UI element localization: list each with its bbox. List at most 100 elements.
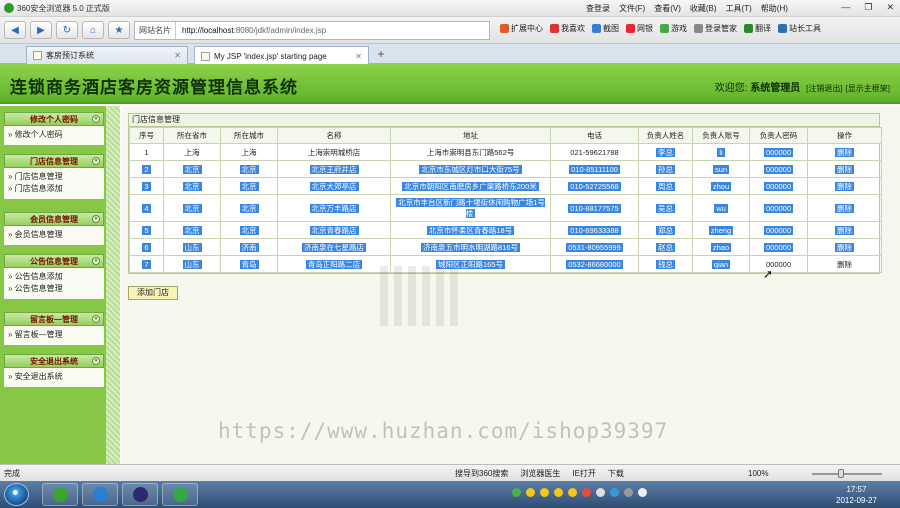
sidebar-item-change-password[interactable]: 修改个人密码 bbox=[8, 129, 104, 141]
like-button[interactable]: 我喜欢 bbox=[550, 23, 585, 34]
zoom-slider[interactable] bbox=[812, 473, 882, 475]
taskbar-eclipse[interactable] bbox=[122, 483, 158, 506]
taskbar-ie[interactable] bbox=[82, 483, 118, 506]
cell-text: 郑总 bbox=[656, 225, 675, 235]
sidebar-group-messages: 留言板—管理« 留言板—管理 bbox=[4, 312, 104, 345]
minimize-icon[interactable]: — bbox=[841, 2, 850, 13]
collapse-icon[interactable]: « bbox=[92, 257, 100, 265]
delete-link[interactable]: 删除 bbox=[837, 260, 852, 269]
address-bar[interactable]: 网站名片 http://localhost:8080/jdkf/admin/in… bbox=[134, 21, 490, 40]
home-button[interactable]: ⌂ bbox=[82, 21, 104, 39]
new-tab-button[interactable]: + bbox=[372, 47, 390, 62]
sidebar-item-member-manage[interactable]: 会员信息管理 bbox=[8, 229, 104, 241]
collapse-icon[interactable]: « bbox=[92, 315, 100, 323]
delete-link[interactable]: 删除 bbox=[835, 181, 854, 191]
sidebar-item-message-manage[interactable]: 留言板—管理 bbox=[8, 329, 104, 341]
zoom-slider-knob[interactable] bbox=[838, 469, 844, 478]
tab-index-jsp[interactable]: My JSP 'index.jsp' starting page ✕ bbox=[194, 46, 369, 65]
close-tab-icon[interactable]: ✕ bbox=[174, 51, 181, 60]
menu-login[interactable]: 查登录 bbox=[586, 3, 610, 14]
qq-icon[interactable] bbox=[554, 488, 563, 497]
games-button[interactable]: 游戏 bbox=[660, 23, 687, 34]
browser-logo-icon bbox=[4, 3, 14, 13]
tray-icon[interactable] bbox=[512, 488, 521, 497]
collapse-icon[interactable]: « bbox=[92, 157, 100, 165]
network-icon[interactable] bbox=[624, 488, 633, 497]
close-tab-icon[interactable]: ✕ bbox=[355, 52, 362, 61]
taskbar-browser-360[interactable] bbox=[42, 483, 78, 506]
sidebar-group-header[interactable]: 留言板—管理 « bbox=[4, 312, 104, 326]
cell-text: 000000 bbox=[763, 225, 794, 235]
refresh-button[interactable]: ↻ bbox=[56, 21, 78, 39]
logout-link[interactable]: [注销退出] bbox=[806, 84, 842, 93]
ext-center-button[interactable]: 扩展中心 bbox=[500, 23, 543, 34]
sidebar-item-notice-manage[interactable]: 公告信息管理 bbox=[8, 283, 104, 295]
cell-action[interactable]: 删除 bbox=[807, 238, 882, 256]
collapse-icon[interactable]: « bbox=[92, 215, 100, 223]
screenshot-button[interactable]: 截图 bbox=[592, 23, 619, 34]
cell-action[interactable]: 删除 bbox=[807, 255, 882, 273]
forward-button[interactable]: ▶ bbox=[30, 21, 52, 39]
tab-hotel-booking[interactable]: 客房预订系统 ✕ bbox=[26, 46, 188, 64]
collapse-icon[interactable]: « bbox=[92, 357, 100, 365]
cell-action[interactable]: 删除 bbox=[807, 160, 882, 178]
close-icon[interactable]: ✕ bbox=[886, 2, 894, 13]
qq-icon[interactable] bbox=[540, 488, 549, 497]
cell-action[interactable]: 删除 bbox=[807, 194, 882, 222]
tray-icon[interactable] bbox=[596, 488, 605, 497]
taskbar-360-safe[interactable] bbox=[162, 483, 198, 506]
menu-help[interactable]: 帮助(H) bbox=[761, 3, 788, 14]
download-button[interactable]: 下载 bbox=[608, 468, 624, 479]
webmaster-tools-button[interactable]: 站长工具 bbox=[778, 23, 821, 34]
sidebar-group-header[interactable]: 安全退出系统 « bbox=[4, 354, 104, 368]
cell-action[interactable]: 删除 bbox=[807, 177, 882, 195]
sidebar-group-header[interactable]: 会员信息管理 « bbox=[4, 212, 104, 226]
welcome-area: 欢迎您: 系统管理员 [注销退出] [显示主框架] bbox=[715, 79, 890, 94]
tray-icon[interactable] bbox=[610, 488, 619, 497]
cell-manager-account: wu bbox=[692, 194, 750, 222]
maximize-icon[interactable]: ❐ bbox=[864, 2, 872, 13]
url-text[interactable]: http://localhost:8080/jdkf/admin/index.j… bbox=[176, 26, 326, 35]
sidebar-splitter[interactable] bbox=[106, 106, 120, 464]
delete-link[interactable]: 删除 bbox=[835, 147, 854, 157]
col-header: 所在城市 bbox=[220, 127, 278, 144]
ie-open-button[interactable]: IE打开 bbox=[572, 468, 596, 479]
cell-action[interactable]: 删除 bbox=[807, 143, 882, 161]
bank-button[interactable]: 网银 bbox=[626, 23, 653, 34]
tray-icon[interactable] bbox=[582, 488, 591, 497]
delete-link[interactable]: 删除 bbox=[835, 203, 854, 213]
sidebar-group-header[interactable]: 修改个人密码 « bbox=[4, 112, 104, 126]
login-manager-button[interactable]: 登录管家 bbox=[694, 23, 737, 34]
back-button[interactable]: ◀ bbox=[4, 21, 26, 39]
menu-view[interactable]: 查看(V) bbox=[654, 3, 681, 14]
delete-link[interactable]: 删除 bbox=[835, 225, 854, 235]
mouse-cursor-icon: ➚ bbox=[763, 267, 774, 281]
qq-icon[interactable] bbox=[526, 488, 535, 497]
sidebar-group-header[interactable]: 公告信息管理 « bbox=[4, 254, 104, 268]
search-360-button[interactable]: 搜导到360搜索 bbox=[455, 468, 508, 479]
sidebar-group-header[interactable]: 门店信息管理 « bbox=[4, 154, 104, 168]
menu-tools[interactable]: 工具(T) bbox=[726, 3, 752, 14]
site-card-button[interactable]: 网站名片 bbox=[135, 22, 176, 39]
collapse-icon[interactable]: « bbox=[92, 115, 100, 123]
start-button[interactable] bbox=[4, 483, 29, 506]
show-main-frame-link[interactable]: [显示主框架] bbox=[846, 84, 890, 93]
sidebar-item-store-add[interactable]: 门店信息添加 bbox=[8, 183, 104, 195]
sidebar-item-safe-logout[interactable]: 安全退出系统 bbox=[8, 371, 104, 383]
translate-button[interactable]: 翻译 bbox=[744, 23, 771, 34]
volume-icon[interactable] bbox=[638, 488, 647, 497]
menu-favorites[interactable]: 收藏(B) bbox=[690, 3, 717, 14]
favorite-button[interactable]: ★ bbox=[108, 21, 130, 39]
menu-file[interactable]: 文件(F) bbox=[619, 3, 645, 14]
sidebar-item-notice-add[interactable]: 公告信息添加 bbox=[8, 271, 104, 283]
qq-icon[interactable] bbox=[568, 488, 577, 497]
browser-doctor-button[interactable]: 浏览器医生 bbox=[520, 468, 560, 479]
zoom-level[interactable]: 100% bbox=[748, 469, 768, 478]
sidebar-item-store-manage[interactable]: 门店信息管理 bbox=[8, 171, 104, 183]
taskbar-clock[interactable]: 17:57 2012-09-27 bbox=[836, 484, 877, 506]
add-store-button[interactable]: 添加门店 bbox=[128, 286, 178, 300]
cell-action[interactable]: 删除 bbox=[807, 221, 882, 239]
cell-manager-name: 李总 bbox=[638, 143, 693, 161]
delete-link[interactable]: 删除 bbox=[835, 242, 854, 252]
delete-link[interactable]: 删除 bbox=[835, 164, 854, 174]
